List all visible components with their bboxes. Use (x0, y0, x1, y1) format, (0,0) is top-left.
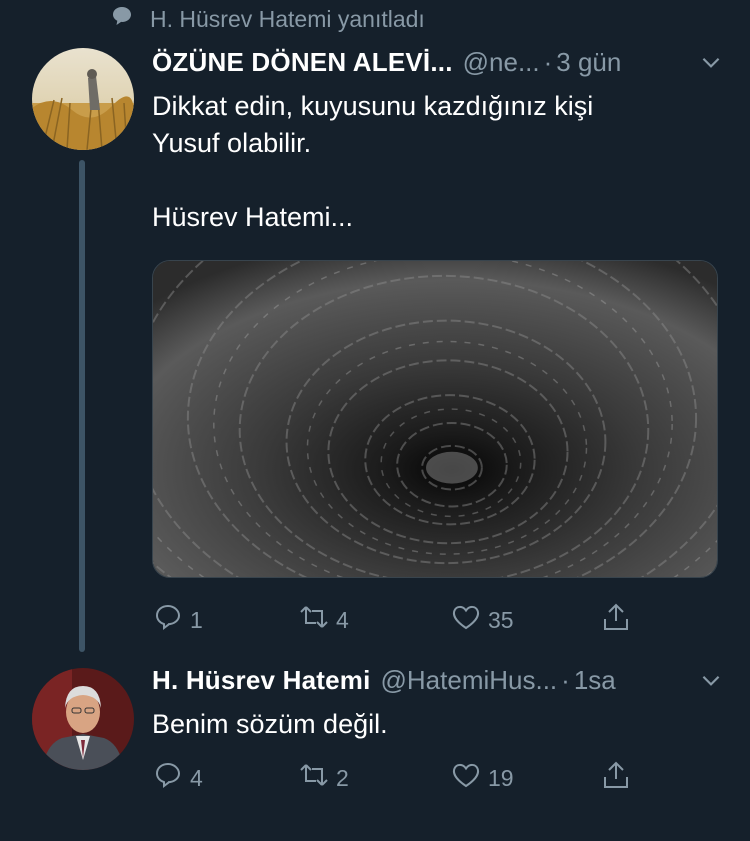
timestamp[interactable]: 1sa (574, 665, 616, 696)
like-button[interactable]: 19 (450, 758, 514, 798)
share-button[interactable] (600, 758, 632, 798)
reply-icon (152, 601, 184, 639)
reply-count: 1 (190, 606, 203, 633)
reply-icon (152, 759, 184, 797)
tweet-text-line: Dikkat edin, kuyusunu kazdığınız kişi (152, 91, 594, 121)
tweet[interactable]: ÖZÜNE DÖNEN ALEVİ... @ne... · 3 gün Dikk… (152, 42, 724, 236)
like-count: 35 (488, 606, 514, 633)
reply-context: H. Hüsrev Hatemi yanıtladı (110, 4, 425, 34)
retweet-count: 2 (336, 764, 349, 791)
tweet-text-line: Hüsrev Hatemi... (152, 202, 354, 232)
tweet-header: ÖZÜNE DÖNEN ALEVİ... @ne... · 3 gün (152, 42, 724, 82)
tweet-text: Dikkat edin, kuyusunu kazdığınız kişi Yu… (152, 88, 724, 236)
reply-button[interactable]: 1 (152, 600, 203, 640)
user-handle[interactable]: @HatemiHus... (381, 665, 558, 696)
speech-bubble-icon (110, 4, 134, 34)
display-name[interactable]: H. Hüsrev Hatemi (152, 665, 371, 696)
separator-dot: · (561, 664, 570, 695)
thread-connector-line (79, 160, 85, 652)
reply-context-text: H. Hüsrev Hatemi yanıtladı (150, 5, 425, 32)
like-count: 19 (488, 764, 514, 791)
tweet-text-line: Yusuf olabilir. (152, 128, 312, 158)
retweet-button[interactable]: 4 (298, 600, 349, 640)
tweet-text: Benim sözüm değil. (152, 706, 724, 743)
tweet-thread: H. Hüsrev Hatemi yanıtladı ÖZÜNE DÖNEN A… (0, 0, 750, 841)
retweet-icon (298, 601, 330, 639)
display-name[interactable]: ÖZÜNE DÖNEN ALEVİ... (152, 47, 453, 78)
tweet-media-image[interactable] (152, 260, 718, 578)
like-button[interactable]: 35 (450, 600, 514, 640)
tweet[interactable]: H. Hüsrev Hatemi @HatemiHus... · 1sa Ben… (152, 660, 724, 743)
share-icon (600, 601, 632, 639)
avatar[interactable] (32, 668, 134, 770)
heart-icon (450, 601, 482, 639)
reply-button[interactable]: 4 (152, 758, 203, 798)
share-button[interactable] (600, 600, 632, 640)
retweet-icon (298, 759, 330, 797)
retweet-button[interactable]: 2 (298, 758, 349, 798)
separator-dot: · (543, 46, 553, 77)
tweet-actions: 1 4 35 (152, 600, 642, 640)
heart-icon (450, 759, 482, 797)
retweet-count: 4 (336, 606, 349, 633)
chevron-down-icon[interactable] (698, 49, 724, 75)
user-handle[interactable]: @ne... (463, 47, 540, 78)
avatar[interactable] (32, 48, 134, 150)
tweet-text-line: Benim sözüm değil. (152, 709, 388, 739)
chevron-down-icon[interactable] (698, 667, 724, 693)
tweet-actions: 4 2 19 (152, 758, 642, 798)
share-icon (600, 759, 632, 797)
tweet-header: H. Hüsrev Hatemi @HatemiHus... · 1sa (152, 660, 724, 700)
reply-count: 4 (190, 764, 203, 791)
timestamp[interactable]: 3 gün (556, 47, 621, 78)
